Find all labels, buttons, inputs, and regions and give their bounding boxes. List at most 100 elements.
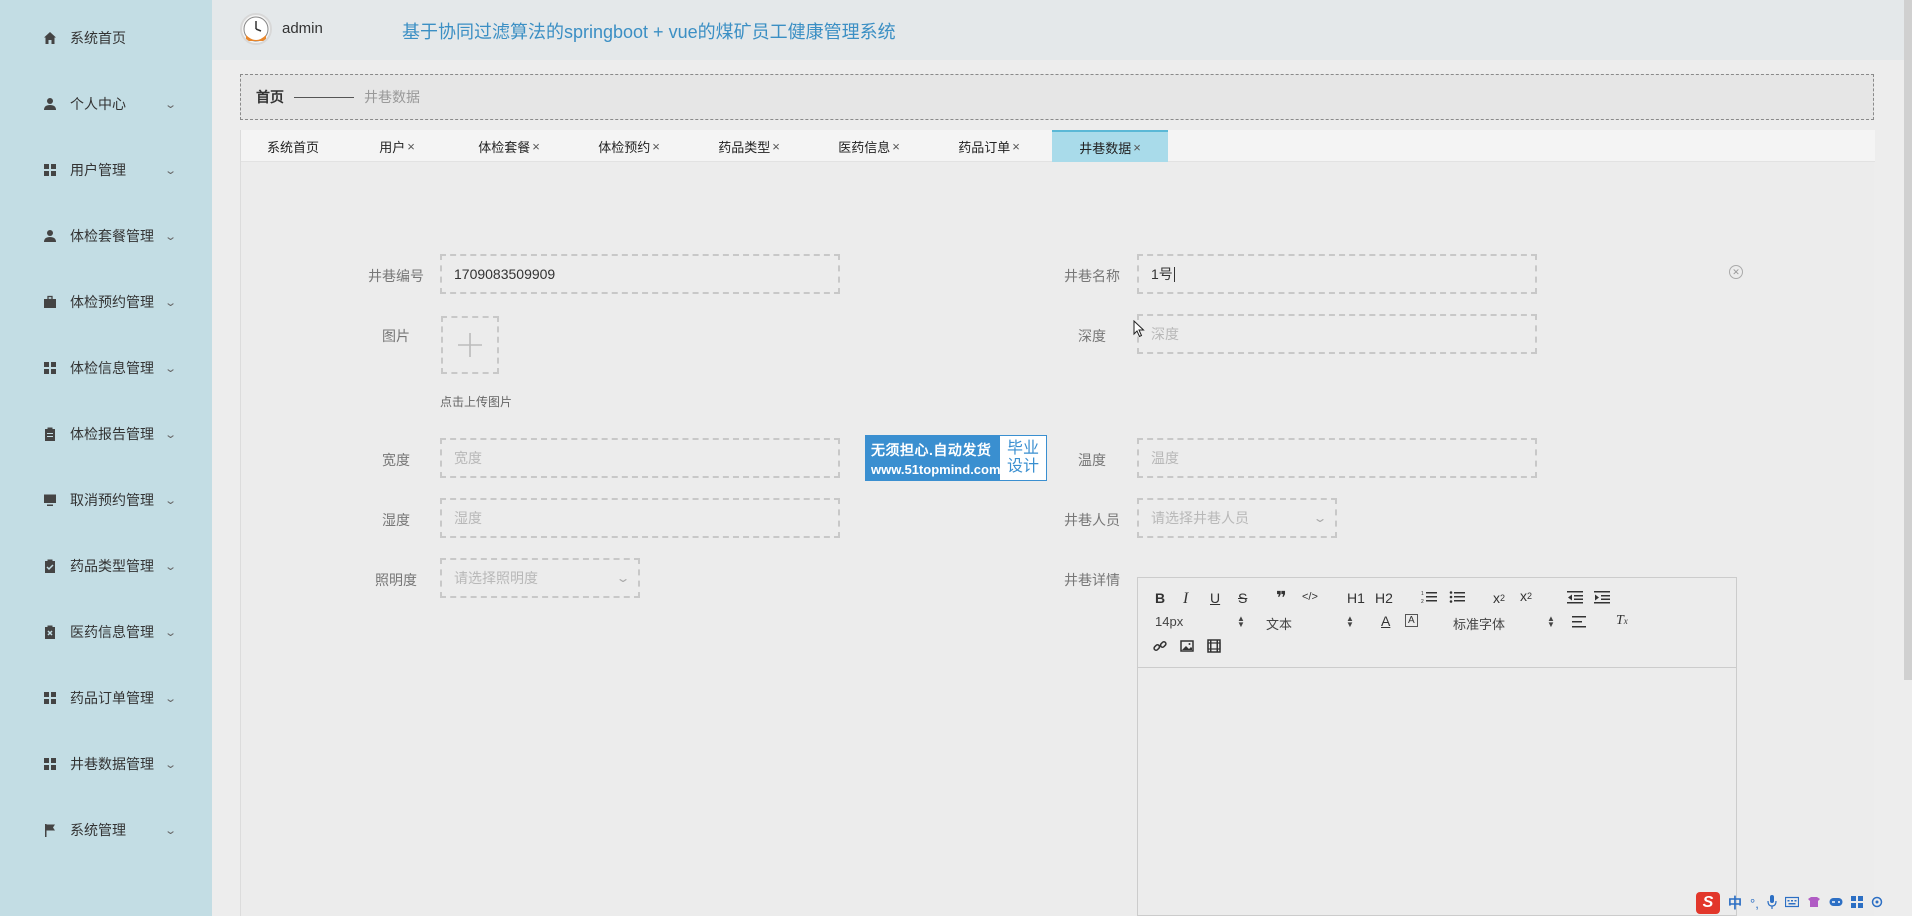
sidebar-item-drug-order-management[interactable]: 药品订单管理 ⌄ <box>0 678 212 718</box>
chevron-down-icon: ⌄ <box>164 164 178 177</box>
sidebar-item-shaft-data-management[interactable]: 井巷数据管理 ⌄ <box>0 744 212 784</box>
badge-line1: 无须担心.自动发货 <box>871 441 992 458</box>
bold-icon[interactable]: B <box>1155 590 1165 606</box>
keyboard-icon[interactable] <box>1784 896 1799 911</box>
font-family-select[interactable]: 标准字体 ▲ ▼ <box>1453 614 1555 633</box>
tab-drug-type[interactable]: 药品类型 × <box>689 130 809 162</box>
sidebar-item-label: 体检预约管理 <box>70 294 154 310</box>
staff-select[interactable]: 请选择井巷人员 ⌄ <box>1137 498 1337 538</box>
close-icon[interactable]: × <box>892 139 900 154</box>
label-humidity: 湿度 <box>382 512 410 528</box>
breadcrumb-home[interactable]: 首页 <box>256 87 284 107</box>
outdent-icon[interactable] <box>1567 590 1583 604</box>
tab-package[interactable]: 体检套餐 × <box>449 130 569 162</box>
grid-icon[interactable] <box>1850 895 1863 911</box>
username[interactable]: admin <box>282 20 323 37</box>
shaft-no-input[interactable]: 1709083509909 <box>440 254 840 294</box>
close-icon[interactable]: × <box>1133 140 1141 155</box>
editor-toolbar: B I U S ❞ </> H1 H2 12 x2 x2 14px ▲ ▼ 文本 … <box>1138 578 1736 668</box>
tab-drug-order[interactable]: 药品订单 × <box>929 130 1049 162</box>
badge-right: 毕业 设计 <box>1000 436 1046 480</box>
sidebar-item-label: 药品类型管理 <box>70 558 154 574</box>
person-icon <box>42 229 57 244</box>
width-placeholder: 宽度 <box>454 450 482 466</box>
label-depth: 深度 <box>1078 328 1106 344</box>
close-icon[interactable]: × <box>772 139 780 154</box>
svg-text:1: 1 <box>1421 591 1424 597</box>
link-icon[interactable] <box>1153 639 1167 653</box>
indent-icon[interactable] <box>1594 590 1610 604</box>
sidebar-item-user-management[interactable]: 用户管理 ⌄ <box>0 150 212 190</box>
tab-shaft-data[interactable]: 井巷数据 × <box>1052 130 1168 162</box>
close-icon[interactable]: × <box>532 139 540 154</box>
sidebar-item-home[interactable]: 系统首页 <box>0 18 212 58</box>
close-icon[interactable]: × <box>1012 139 1020 154</box>
image-upload-button[interactable] <box>441 316 499 374</box>
illumination-select[interactable]: 请选择照明度 ⌄ <box>440 558 640 598</box>
tab-medicine-info[interactable]: 医药信息 × <box>809 130 929 162</box>
sidebar-item-label: 体检套餐管理 <box>70 228 154 244</box>
sidebar-item-personal-center[interactable]: 个人中心 ⌄ <box>0 84 212 124</box>
blockquote-icon[interactable]: ❞ <box>1276 588 1287 609</box>
subscript-icon[interactable]: x2 <box>1493 590 1505 606</box>
header1-button[interactable]: H1 <box>1347 590 1365 606</box>
avatar[interactable] <box>240 13 272 45</box>
code-icon[interactable]: </> <box>1302 591 1318 603</box>
tab-appointment[interactable]: 体检预约 × <box>569 130 689 162</box>
punctuation-icon[interactable]: °, <box>1750 896 1759 911</box>
grid-icon <box>42 757 57 772</box>
close-icon[interactable]: × <box>652 139 660 154</box>
page-scrollbar[interactable] <box>1904 0 1912 680</box>
align-icon[interactable] <box>1572 615 1588 629</box>
caret-icon: ▲ ▼ <box>1547 614 1555 629</box>
sogou-logo-icon[interactable]: S <box>1696 892 1720 914</box>
plus-icon <box>458 333 482 357</box>
humidity-input[interactable]: 湿度 <box>440 498 840 538</box>
skin-icon[interactable] <box>1807 896 1821 911</box>
sidebar-item-drug-type-management[interactable]: 药品类型管理 ⌄ <box>0 546 212 586</box>
width-input[interactable]: 宽度 <box>440 438 840 478</box>
bullet-list-icon[interactable] <box>1449 590 1465 604</box>
italic-icon[interactable]: I <box>1183 590 1188 608</box>
tab-label: 医药信息 <box>838 139 891 155</box>
tab-label: 药品订单 <box>958 139 1011 155</box>
strikethrough-icon[interactable]: S <box>1238 590 1247 606</box>
clear-icon[interactable]: ✕ <box>1729 265 1743 279</box>
chevron-down-icon: ⌄ <box>164 362 178 375</box>
sidebar-item-exam-info-management[interactable]: 体检信息管理 ⌄ <box>0 348 212 388</box>
ime-language[interactable]: 中 <box>1728 893 1742 913</box>
sidebar-item-medicine-info-management[interactable]: 医药信息管理 ⌄ <box>0 612 212 652</box>
shaft-name-input[interactable]: 1号 <box>1137 254 1537 294</box>
close-icon[interactable]: × <box>407 139 415 154</box>
chevron-down-icon: ⌄ <box>164 98 178 111</box>
sidebar-item-package-management[interactable]: 体检套餐管理 ⌄ <box>0 216 212 256</box>
font-size-select[interactable]: 14px ▲ ▼ <box>1155 614 1245 629</box>
tab-home[interactable]: 系统首页 <box>241 130 345 162</box>
sidebar-item-report-management[interactable]: 体检报告管理 ⌄ <box>0 414 212 454</box>
video-icon[interactable] <box>1207 639 1221 653</box>
sidebar-item-system-management[interactable]: 系统管理 ⌄ <box>0 810 212 850</box>
sidebar-item-appointment-management[interactable]: 体检预约管理 ⌄ <box>0 282 212 322</box>
upload-hint: 点击上传图片 <box>440 395 513 409</box>
rich-text-editor: B I U S ❞ </> H1 H2 12 x2 x2 14px ▲ ▼ 文本 … <box>1137 577 1737 916</box>
microphone-icon[interactable] <box>1767 894 1777 912</box>
ordered-list-icon[interactable]: 12 <box>1421 590 1437 604</box>
caret-icon: ▲ ▼ <box>1346 614 1354 629</box>
tab-user[interactable]: 用户 × <box>345 130 449 162</box>
depth-input[interactable]: 深度 <box>1137 314 1537 354</box>
temperature-input[interactable]: 温度 <box>1137 438 1537 478</box>
font-color-icon[interactable]: A <box>1381 613 1390 629</box>
background-color-icon[interactable]: A <box>1405 614 1418 627</box>
settings-icon[interactable] <box>1871 896 1883 911</box>
chevron-down-icon: ⌄ <box>164 494 178 507</box>
underline-icon[interactable]: U <box>1210 590 1220 606</box>
editor-content-area[interactable] <box>1138 669 1736 915</box>
sidebar-item-cancel-management[interactable]: 取消预约管理 ⌄ <box>0 480 212 520</box>
game-icon[interactable] <box>1829 896 1843 911</box>
image-icon[interactable] <box>1180 639 1194 653</box>
superscript-icon[interactable]: x2 <box>1520 588 1532 604</box>
paragraph-select[interactable]: 文本 ▲ ▼ <box>1266 614 1354 633</box>
header2-button[interactable]: H2 <box>1375 590 1393 606</box>
breadcrumb-current: 井巷数据 <box>364 89 420 105</box>
clear-format-icon[interactable]: Tx <box>1616 613 1628 629</box>
